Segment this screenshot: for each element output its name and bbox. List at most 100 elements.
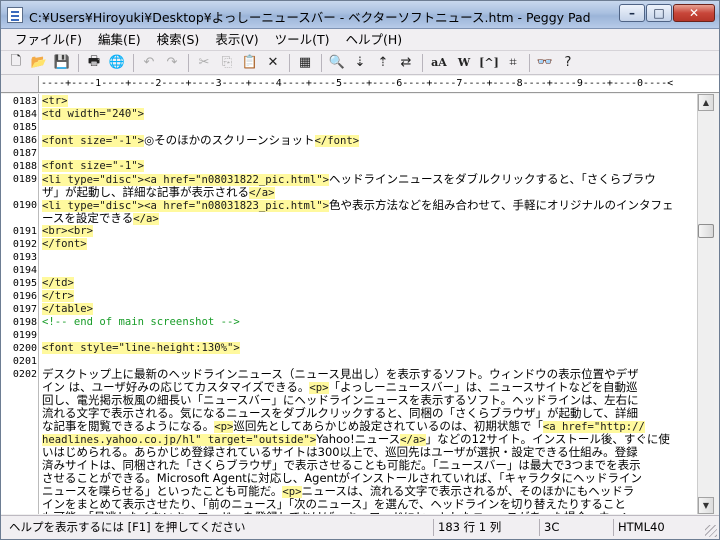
vertical-scrollbar[interactable]: ▲ ▼ bbox=[697, 94, 714, 514]
menu-edit[interactable]: 編集(E) bbox=[90, 30, 149, 50]
replace-icon[interactable]: ⇄ bbox=[395, 53, 417, 73]
line-number: 0198 bbox=[12, 317, 37, 328]
line-number: 0183 bbox=[12, 96, 37, 107]
undo-icon[interactable]: ↶ bbox=[138, 53, 160, 73]
editor-line[interactable]: も可能。「見逃したくないキーワード」を登録しておけば、キーワードにヒットしたニュ… bbox=[1, 510, 697, 515]
text-segment: 流れる文字で表示される。気になるニュースをダブルクリックすると、同梱の「さくらブ… bbox=[42, 406, 639, 420]
title-bar[interactable]: C:¥Users¥Hiroyuki¥Desktop¥よっしーニュースバー - ベ… bbox=[1, 1, 719, 29]
editor-line[interactable]: 0183 <tr> bbox=[1, 95, 697, 108]
tag-segment: </td> bbox=[42, 277, 74, 289]
menu-search[interactable]: 検索(S) bbox=[149, 30, 208, 50]
app-window: C:¥Users¥Hiroyuki¥Desktop¥よっしーニュースバー - ベ… bbox=[0, 0, 720, 540]
tag-segment: </tr> bbox=[42, 290, 74, 302]
editor-line[interactable]: ースを設定できる</a> bbox=[1, 212, 697, 225]
editor-line[interactable]: 0185 bbox=[1, 121, 697, 134]
menu-view[interactable]: 表示(V) bbox=[207, 30, 266, 50]
editor-line[interactable]: 0195 </td> bbox=[1, 277, 697, 290]
status-bar: ヘルプを表示するには [F1] を押してください 183 行 1 列 3C HT… bbox=[1, 515, 719, 539]
tag-segment: </a> bbox=[133, 213, 159, 225]
toolbar-separator bbox=[133, 53, 134, 72]
copy-icon[interactable]: ⎘ bbox=[216, 53, 238, 73]
redo-icon[interactable]: ↷ bbox=[161, 53, 183, 73]
save-icon[interactable]: 💾 bbox=[51, 53, 73, 73]
app-icon[interactable] bbox=[7, 7, 23, 23]
text-segment: いはじめられる。あらかじめ登録されているサイトは300以上で、巡回先はユーザが選… bbox=[42, 445, 638, 459]
tag-icon[interactable]: ⌗ bbox=[502, 53, 524, 73]
line-content: <!-- end of main screenshot --> bbox=[42, 316, 240, 329]
new-file-icon[interactable]: 🗋 bbox=[5, 53, 27, 73]
scroll-up-button[interactable]: ▲ bbox=[698, 94, 714, 111]
editor-line[interactable]: 0197 </table> bbox=[1, 303, 697, 316]
tag-segment: </font> bbox=[314, 135, 360, 147]
editor-line[interactable]: 0194 bbox=[1, 264, 697, 277]
menu-tools[interactable]: ツール(T) bbox=[267, 30, 338, 50]
text-segment: 「よっしーニュースバー」は、ニュースサイトなどを自動巡 bbox=[328, 380, 638, 394]
ruler-corner bbox=[1, 76, 39, 92]
text-segment: も可能。「見逃したくないキーワード」を登録しておけば、キーワードにヒットしたニュ… bbox=[42, 510, 633, 515]
text-editor[interactable]: 0183 <tr> 0184 <td width="240"> 0185 0186 <fon… bbox=[1, 94, 697, 514]
editor-line[interactable]: 0199 bbox=[1, 329, 697, 342]
help-icon[interactable]: ? bbox=[557, 53, 579, 73]
line-content: </font> bbox=[42, 238, 87, 251]
menu-help[interactable]: ヘルプ(H) bbox=[338, 30, 411, 50]
toolbar-separator bbox=[529, 53, 530, 72]
editor-line[interactable]: 0193 bbox=[1, 251, 697, 264]
comment-segment: <!-- end of main screenshot --> bbox=[42, 316, 240, 328]
text-segment: 済みサイトは、同梱された「さくらブラウザ」で表示させることも可能だ。「ニュースバ… bbox=[42, 458, 641, 472]
menu-file[interactable]: ファイル(F) bbox=[7, 30, 90, 50]
maximize-button[interactable]: □ bbox=[646, 4, 672, 22]
column-ruler: ----+----1----+----2----+----3----+----4… bbox=[41, 78, 674, 89]
tag-segment: <font style="line-height:130%"> bbox=[42, 342, 240, 354]
status-mode: HTML40 bbox=[613, 519, 703, 536]
line-content: <li type="disc"><a href="n08031823_pic.h… bbox=[42, 199, 673, 213]
tag-segment: <tr> bbox=[42, 95, 68, 107]
binoculars-icon[interactable]: 👓 bbox=[534, 53, 556, 73]
line-content: ースを設定できる</a> bbox=[42, 212, 159, 226]
text-segment: Yahoo!ニュース bbox=[316, 432, 401, 446]
toolbar-separator bbox=[289, 53, 290, 72]
tag-segment: <font size="-1"> bbox=[42, 135, 145, 147]
line-number: 0200 bbox=[12, 343, 37, 354]
text-segment: させることができる。Microsoft Agentに対応し、Agentがインスト… bbox=[42, 471, 643, 485]
editor-line[interactable]: 0186 <font size="-1">◎そのほかのスクリーンショット</fon… bbox=[1, 134, 697, 147]
find-next-icon[interactable]: ⇣ bbox=[349, 53, 371, 73]
tag-segment: </font> bbox=[42, 238, 87, 250]
menu-bar: ファイル(F) 編集(E) 検索(S) 表示(V) ツール(T) ヘルプ(H) bbox=[1, 29, 719, 51]
editor-line[interactable]: 0198 <!-- end of main screenshot --> bbox=[1, 316, 697, 329]
line-number: 0201 bbox=[12, 356, 37, 367]
line-content: も可能。「見逃したくないキーワード」を登録しておけば、キーワードにヒットしたニュ… bbox=[42, 510, 633, 515]
word-button[interactable]: W bbox=[452, 53, 476, 73]
case-toggle-button[interactable]: aA bbox=[427, 53, 451, 73]
find-icon[interactable]: 🔍 bbox=[326, 53, 348, 73]
resize-grip[interactable] bbox=[705, 525, 717, 537]
browser-preview-icon[interactable]: 🌐 bbox=[106, 53, 128, 73]
paste-icon[interactable]: 📋 bbox=[239, 53, 261, 73]
editor-line[interactable]: 0187 bbox=[1, 147, 697, 160]
minimize-button[interactable]: – bbox=[619, 4, 645, 22]
status-encoding: 3C bbox=[539, 519, 609, 536]
editor-lines[interactable]: 0183 <tr> 0184 <td width="240"> 0185 0186 <fon… bbox=[1, 95, 697, 514]
line-content: <td width="240"> bbox=[42, 108, 145, 121]
text-segment: ニュースは、流れる文字で表示されるが、そのほかにもヘッドラ bbox=[301, 484, 635, 498]
editor-line[interactable]: 0200 <font style="line-height:130%"> bbox=[1, 342, 697, 355]
open-folder-icon[interactable]: 📂 bbox=[28, 53, 50, 73]
cut-icon[interactable]: ✂ bbox=[193, 53, 215, 73]
line-number: 0185 bbox=[12, 122, 37, 133]
find-prev-icon[interactable]: ⇡ bbox=[372, 53, 394, 73]
print-icon[interactable]: 🖶 bbox=[83, 53, 105, 73]
editor-line[interactable]: 0192 </font> bbox=[1, 238, 697, 251]
editor-line[interactable]: 0184 <td width="240"> bbox=[1, 108, 697, 121]
delete-icon[interactable]: ✕ bbox=[262, 53, 284, 73]
line-content: <br><br> bbox=[42, 225, 94, 238]
tag-segment: <a href="n08031823_pic.html"> bbox=[144, 200, 330, 212]
toolbar-separator bbox=[422, 53, 423, 72]
close-button[interactable]: ✕ bbox=[673, 4, 715, 22]
scroll-down-button[interactable]: ▼ bbox=[698, 497, 714, 514]
editor-line[interactable]: 0191 <br><br> bbox=[1, 225, 697, 238]
text-segment: ヘッドラインニュースをダブルクリックすると、「さくらブラウ bbox=[329, 172, 656, 186]
tag-segment: <br> bbox=[42, 225, 68, 237]
bracket-button[interactable]: [^] bbox=[477, 53, 501, 73]
scroll-thumb[interactable] bbox=[698, 224, 714, 238]
select-all-icon[interactable]: ▦ bbox=[294, 53, 316, 73]
editor-line[interactable]: 0196 </tr> bbox=[1, 290, 697, 303]
